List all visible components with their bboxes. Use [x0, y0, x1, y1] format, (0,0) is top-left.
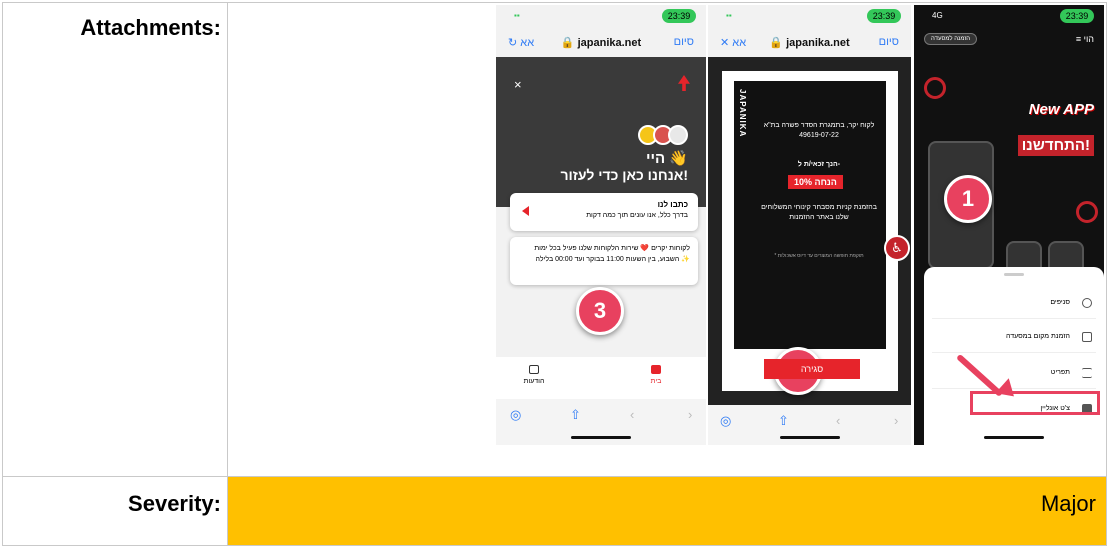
promo-discount: 10% הנחה — [788, 175, 843, 189]
list-icon — [1082, 368, 1092, 378]
home-indicator — [984, 436, 1044, 439]
promo-intro: לקוח יקר, בתמגרת הסדר פשרה בת"א 49619-07… — [763, 122, 875, 139]
tab-home: בית — [636, 365, 676, 385]
promo-content: JAPANIKA לקוח יקר, בתמגרת הסדר פשרה בת"א… — [734, 81, 886, 349]
close-icon: × — [514, 77, 522, 92]
browser-toolbar: ◎ ⇧ ‹ › — [708, 405, 911, 445]
home-indicator — [571, 436, 631, 439]
step-marker-3: 3 — [576, 287, 624, 335]
forward-icon: › — [894, 413, 899, 428]
bug-report-sheet: Attachments: Severity: Major ▪▪ 23:39 ↻ … — [0, 0, 1109, 547]
brand-logo-icon — [678, 75, 690, 91]
severity-value: Major — [227, 476, 1107, 546]
help-text: אנחנו כאן כדי לעזור! — [560, 167, 688, 183]
menu-item-label: הזמנת מקום במסעדה — [1005, 333, 1070, 340]
tab-messages-label: הודעות — [523, 378, 545, 385]
menu-label: הוי — [1083, 34, 1094, 44]
severity-label: Severity: — [2, 476, 228, 546]
url-domain: japanika.net — [577, 37, 642, 49]
url-domain: japanika.net — [786, 37, 850, 49]
send-arrow-icon — [522, 206, 529, 216]
promo-body: בהזמנת קניות מסבחר קינוחי המשלוחים שלנו … — [761, 204, 877, 221]
forward-icon: › — [688, 407, 693, 422]
attachments-label: Attachments: — [2, 2, 228, 477]
chat-highlight-box — [970, 391, 1100, 415]
signal-icon: ▪▪ — [514, 11, 520, 20]
new-app-headline: New APP — [1028, 101, 1094, 118]
swirl-decoration-icon — [924, 77, 946, 99]
table-icon — [1082, 332, 1092, 342]
compass-icon: ◎ — [720, 413, 732, 428]
done-label: סיום — [673, 36, 694, 48]
accessibility-icon: ♿ — [884, 235, 910, 261]
signal-icon: ▪▪ — [726, 11, 732, 20]
status-time: 23:39 — [867, 9, 901, 23]
share-icon: ⇧ — [570, 407, 581, 422]
status-bar: 4G 23:39 — [914, 5, 1104, 27]
attachment-image[interactable]: ▪▪ 23:39 ↻ אא 🔒 japanika.net סיום × היי … — [496, 5, 1104, 445]
browser-url-bar: ✕ אא 🔒 japanika.net סיום — [708, 29, 911, 55]
swirl-decoration-icon — [1076, 201, 1098, 223]
browser-url-bar: ↻ אא 🔒 japanika.net סיום — [496, 29, 706, 55]
status-bar: ▪▪ 23:39 — [708, 5, 911, 27]
severity-row: Severity: Major — [2, 476, 1107, 546]
phone-screenshot-popup: ▪▪ 23:39 ✕ אא 🔒 japanika.net סיום JAPANI… — [708, 5, 911, 445]
menu-item-label: סניפים — [1050, 299, 1070, 306]
back-icon: ‹ — [836, 413, 841, 428]
status-bar: ▪▪ 23:39 — [496, 5, 706, 27]
promo-fine-print: * תוקפת חופשה המוצרים עד דיוס אשכולות — [774, 253, 864, 259]
menu-item-label: תפריט — [1050, 369, 1070, 376]
menu-item-branches: סניפים — [932, 289, 1096, 319]
chat-tab-bar: הודעות בית — [496, 357, 706, 399]
card-subtitle: בדרך כלל, אנו עונים תוך כמה דקות — [586, 212, 688, 219]
write-to-us-card: כתבו לנו בדרך כלל, אנו עונים תוך כמה דקו… — [510, 193, 698, 231]
status-time: 23:39 — [1060, 9, 1094, 23]
menu-item-reservation: הזמנת מקום במסעדה — [932, 323, 1096, 353]
phone-screenshot-chat: ▪▪ 23:39 ↻ אא 🔒 japanika.net סיום × היי … — [496, 5, 706, 445]
location-icon — [1082, 298, 1092, 308]
avatar-icon — [668, 125, 688, 145]
card-title: כתבו לנו — [657, 200, 688, 209]
promo-win: הנך זכאי/ת ל- — [797, 161, 841, 168]
greeting-text: היי 👋 — [645, 150, 688, 167]
renewed-headline: התחדשנו! — [1017, 135, 1094, 156]
compass-icon: ◎ — [510, 407, 522, 422]
chat-header: × היי 👋 אנחנו כאן כדי לעזור! — [496, 57, 706, 207]
tab-messages: הודעות — [514, 365, 554, 385]
signal-label: 4G — [932, 11, 943, 20]
browser-toolbar: ◎ ⇧ ‹ › — [496, 399, 706, 445]
home-icon — [651, 365, 661, 374]
menu-icon: ≡ הוי — [1075, 34, 1094, 44]
brand-vertical: JAPANIKA — [738, 89, 747, 138]
messages-icon — [529, 365, 539, 374]
menu-sheet: סניפים הזמנת מקום במסעדה תפריט צ'ט אונלי… — [924, 267, 1104, 445]
back-icon: ‹ — [630, 407, 635, 422]
phone-screenshot-menu: 4G 23:39 הזמנה למסעדה ≡ הוי New APP התחד… — [914, 5, 1104, 445]
order-pill: הזמנה למסעדה — [924, 33, 978, 45]
site-header: הזמנה למסעדה ≡ הוי — [914, 27, 1104, 53]
done-label: סיום — [878, 36, 899, 48]
status-time: 23:39 — [662, 9, 696, 23]
share-icon: ⇧ — [778, 413, 789, 428]
home-indicator — [779, 436, 840, 439]
service-hours-card: לקוחות יקרים ❤️ שירות הלקוחות שלנו פעיל … — [510, 237, 698, 285]
step-marker-1: 1 — [944, 175, 992, 223]
popup-close-button: סגירה — [764, 359, 860, 379]
sheet-handle — [1004, 273, 1024, 276]
promo-popup: JAPANIKA לקוח יקר, בתמגרת הסדר פשרה בת"א… — [722, 71, 898, 395]
tab-home-label: בית — [650, 378, 662, 385]
agent-avatars — [638, 125, 688, 150]
